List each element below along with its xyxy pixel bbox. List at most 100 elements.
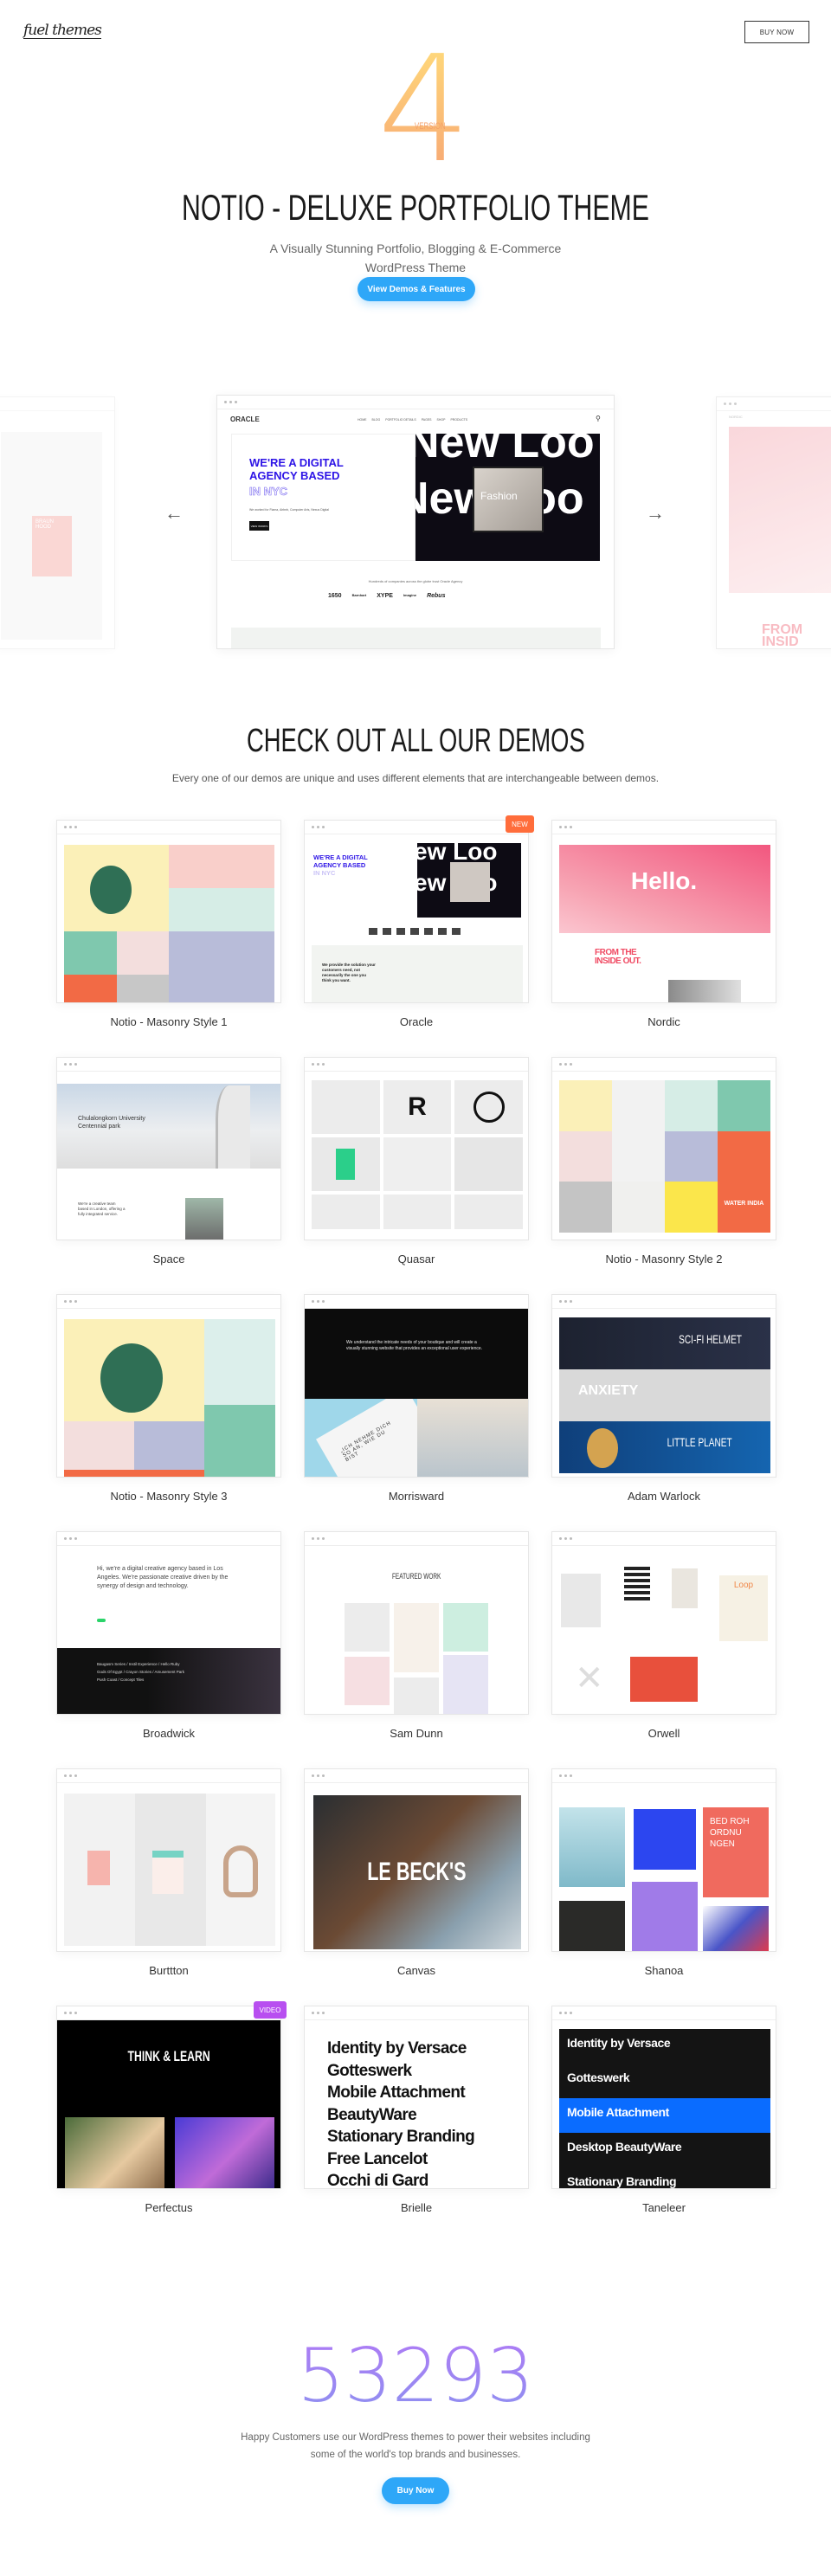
demo-name[interactable]: Broadwick — [56, 1727, 281, 1740]
demo-thumbnail[interactable]: WATER INDIA — [552, 1072, 776, 1240]
demo-card[interactable]: Chulalongkorn University Centennial park… — [56, 1057, 281, 1294]
demo-thumbnail[interactable]: R — [305, 1072, 528, 1240]
demo-thumbnail[interactable]: SCI-FI HELMET ANXIETY LITTLE PLANET — [552, 1309, 776, 1477]
demo-card[interactable]: Hello. FROM THE INSIDE OUT. Nordic — [551, 820, 776, 1057]
buy-now-button[interactable]: BUY NOW — [744, 21, 809, 43]
demo-card[interactable]: Notio - Masonry Style 3 — [56, 1294, 281, 1531]
demo-name[interactable]: Notio - Masonry Style 2 — [551, 1253, 776, 1265]
project-item[interactable]: Mobile Attachment — [327, 2082, 474, 2104]
fuel-themes-logo[interactable]: fuel themes — [23, 23, 102, 39]
nav-item[interactable]: SHOP — [437, 418, 446, 422]
arrow-right-icon[interactable]: → — [646, 502, 665, 525]
demo-card[interactable]: SCI-FI HELMET ANXIETY LITTLE PLANET Adam… — [551, 1294, 776, 1531]
project-item[interactable]: BeautyWare — [327, 2104, 474, 2127]
demo-name[interactable]: Burttton — [56, 1964, 281, 1977]
demo-thumbnail[interactable]: Chulalongkorn University Centennial park… — [57, 1072, 280, 1240]
demo-thumbnail[interactable]: LE BECK'S — [305, 1783, 528, 1951]
customer-text: Happy Customers use our WordPress themes… — [0, 2429, 831, 2463]
project-item[interactable]: Occhi di Gard — [327, 2170, 474, 2188]
headline-outline: IN NYC — [249, 485, 288, 499]
project-item[interactable]: Identity by Versace — [559, 2029, 770, 2064]
demo-card[interactable]: Burttton — [56, 1768, 281, 2006]
project-item[interactable]: Gotteswerk — [327, 2060, 474, 2083]
demo-name[interactable]: Perfectus — [56, 2201, 281, 2214]
headline: Chulalongkorn University — [78, 1116, 145, 1122]
search-icon[interactable]: ⚲ — [596, 415, 601, 422]
demo-name[interactable]: Notio - Masonry Style 1 — [56, 1015, 281, 1028]
nav-item[interactable]: PRODUCTS — [450, 418, 467, 422]
carousel-slide-next[interactable]: NORDIC FROM INSID — [716, 396, 831, 649]
project-item[interactable]: Stationary Branding — [559, 2167, 770, 2188]
demo-name[interactable]: Nordic — [551, 1015, 776, 1028]
demo-card[interactable]: WATER INDIA Notio - Masonry Style 2 — [551, 1057, 776, 1294]
demo-name[interactable]: Brielle — [304, 2201, 529, 2214]
trust-text: Hundreds of companies across the globe t… — [368, 579, 463, 583]
demo-thumbnail[interactable] — [57, 1783, 280, 1951]
section-subtitle: Every one of our demos are unique and us… — [171, 772, 660, 784]
demo-name[interactable]: Morrisward — [304, 1490, 529, 1503]
demo-name[interactable]: Canvas — [304, 1964, 529, 1977]
headline: INSIDE OUT. — [595, 956, 641, 966]
headline: WE'RE A DIGITAL — [249, 456, 344, 469]
demo-thumbnail[interactable] — [57, 834, 280, 1002]
demo-thumbnail[interactable]: FEATURED WORK — [305, 1546, 528, 1714]
demo-card[interactable]: BED ROH ORDNU NGEN Shanoa — [551, 1768, 776, 2006]
hero-text: THINK & LEARN — [127, 2048, 210, 2064]
demo-card[interactable]: Hi, we're a digital creative agency base… — [56, 1531, 281, 1768]
view-works-button[interactable]: VIEW WORKS — [249, 521, 269, 531]
demo-card[interactable]: LE BECK'S Canvas — [304, 1768, 529, 2006]
demo-name[interactable]: Space — [56, 1253, 281, 1265]
nav-item[interactable]: PORTFOLIO DETAILS — [385, 418, 416, 422]
project-item[interactable]: Free Lancelot — [327, 2148, 474, 2171]
demo-name[interactable]: Taneleer — [551, 2201, 776, 2214]
demo-card[interactable]: R Quasar — [304, 1057, 529, 1294]
demo-name[interactable]: Orwell — [551, 1727, 776, 1740]
new-badge: NEW — [506, 815, 534, 833]
buy-now-bottom-button[interactable]: Buy Now — [382, 2477, 449, 2504]
demo-thumbnail[interactable]: We understand the intricate needs of you… — [305, 1309, 528, 1477]
demo-thumbnail[interactable] — [57, 1309, 280, 1477]
demo-name[interactable]: Sam Dunn — [304, 1727, 529, 1740]
demos-grid: Notio - Masonry Style 1 NEW WE'RE A DIGI… — [56, 815, 776, 2243]
demo-card[interactable]: Identity by Versace Gotteswerk Mobile At… — [551, 2006, 776, 2243]
carousel-slide-prev[interactable]: BRAUN HOOD — [0, 396, 115, 649]
project-item[interactable]: Desktop BeautyWare — [559, 2133, 770, 2167]
demo-card[interactable]: Loop ✕ Orwell — [551, 1531, 776, 1768]
project-item[interactable]: Gotteswerk — [559, 2064, 770, 2098]
demo-card[interactable]: We understand the intricate needs of you… — [304, 1294, 529, 1531]
demo-card[interactable]: NEW WE'RE A DIGITAL AGENCY BASED IN NYC … — [304, 815, 534, 1057]
project-item-active[interactable]: Mobile Attachment — [559, 2098, 770, 2133]
tile-text: BED ROH ORDNU NGEN — [703, 1807, 769, 1897]
subtitle-line: A Visually Stunning Portfolio, Blogging … — [269, 242, 562, 255]
demo-card[interactable]: FEATURED WORK Sam Dunn — [304, 1531, 529, 1768]
project-list-line: Push Coast / Concept Tiles — [97, 1678, 145, 1682]
demo-body-text: We understand the intricate needs of you… — [346, 1340, 483, 1351]
nav-item[interactable]: PAGES — [422, 418, 432, 422]
demo-card[interactable]: Identity by Versace Gotteswerk Mobile At… — [304, 2006, 529, 2243]
view-demos-button[interactable]: View Demos & Features — [358, 277, 475, 301]
demo-name[interactable]: Shanoa — [551, 1964, 776, 1977]
project-item[interactable]: Stationary Branding — [327, 2126, 475, 2148]
demo-card[interactable]: Notio - Masonry Style 1 — [56, 820, 281, 1057]
demo-thumbnail[interactable]: Hello. FROM THE INSIDE OUT. — [552, 834, 776, 1002]
demo-thumbnail[interactable]: THINK & LEARN — [57, 2020, 280, 2188]
demo-card[interactable]: VIDEO THINK & LEARN Perfectus — [56, 2001, 287, 2243]
nav-item[interactable]: BLOG — [372, 418, 381, 422]
demo-name[interactable]: Oracle — [304, 1015, 529, 1028]
demo-thumbnail[interactable]: BED ROH ORDNU NGEN — [552, 1783, 776, 1951]
demo-thumbnail[interactable]: WE'RE A DIGITAL AGENCY BASED IN NYC ew L… — [305, 834, 528, 1002]
nav-item[interactable]: HOME — [358, 418, 367, 422]
client-logo: Imagine — [403, 593, 417, 597]
demo-thumbnail[interactable]: Loop ✕ — [552, 1546, 776, 1714]
demo-thumbnail[interactable]: Identity by Versace Gotteswerk Mobile At… — [552, 2020, 776, 2188]
demo-name[interactable]: Adam Warlock — [551, 1490, 776, 1503]
customer-text-line: Happy Customers use our WordPress themes… — [241, 2432, 590, 2443]
video-badge: VIDEO — [254, 2001, 287, 2019]
demo-name[interactable]: Notio - Masonry Style 3 — [56, 1490, 281, 1503]
demo-name[interactable]: Quasar — [304, 1253, 529, 1265]
arrow-left-icon[interactable]: ← — [164, 502, 184, 525]
carousel-slide-oracle[interactable]: ORACLE HOME BLOG PORTFOLIO DETAILS PAGES… — [216, 395, 615, 649]
demo-thumbnail[interactable]: Hi, we're a digital creative agency base… — [57, 1546, 280, 1714]
project-item[interactable]: Identity by Versace — [327, 2038, 474, 2060]
demo-thumbnail[interactable]: Identity by Versace Gotteswerk Mobile At… — [305, 2020, 528, 2188]
